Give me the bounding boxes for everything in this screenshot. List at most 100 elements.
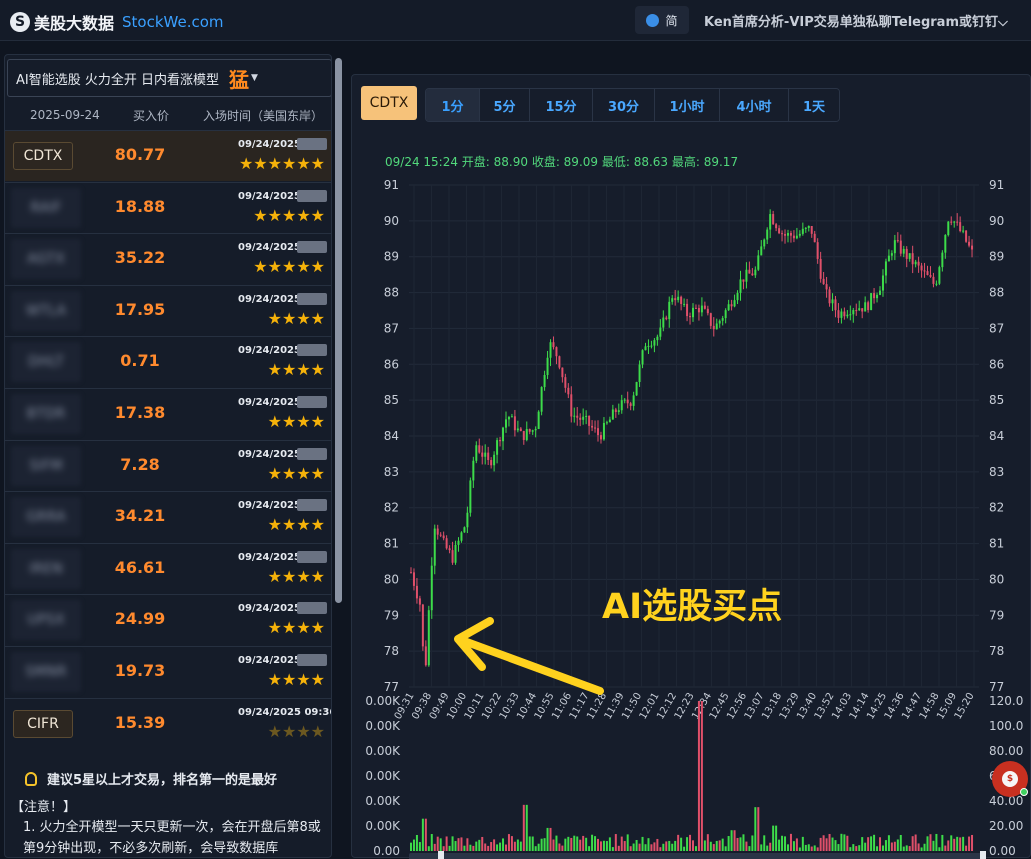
candlestick-chart[interactable]: 91 91 90 90 89 89 88 88 87 87 86 86 85 85 84 84 83 83 82 82… — [352, 173, 1031, 859]
volume-bar — [828, 833, 831, 851]
volume-bar — [445, 836, 448, 851]
stock-ticker-button[interactable]: CDTX — [13, 142, 73, 170]
stock-ticker-button[interactable]: AGTX — [11, 239, 81, 280]
candle — [534, 429, 537, 431]
stock-row[interactable]: SIFM 7.28 09/24/2025 ★★★★ — [5, 439, 331, 491]
stock-row[interactable]: DHLT 0.71 09/24/2025 ★★★★ — [5, 336, 331, 387]
candle — [504, 419, 507, 428]
price-label-right: 83 — [989, 465, 1004, 479]
candle — [626, 399, 629, 404]
stock-ticker-button[interactable]: RAIF — [11, 187, 81, 228]
chart-ticker-badge[interactable]: CDTX — [361, 86, 417, 120]
rating-stars: ★★★★ — [267, 360, 325, 380]
stock-ticker-button[interactable]: GRRA — [11, 497, 81, 538]
candle — [748, 269, 751, 274]
stock-ticker-button[interactable]: CIFR — [13, 709, 73, 738]
candle — [629, 403, 632, 406]
candle — [594, 427, 597, 429]
candle — [549, 342, 552, 358]
stock-row[interactable]: SMNR 19.73 09/24/2025 09: ★★★★ — [5, 646, 331, 697]
user-menu-label: Ken首席分析-VIP交易单独私聊Telegram或钉钉 — [704, 15, 999, 30]
time-redaction — [297, 292, 327, 305]
candle — [706, 308, 709, 314]
candle — [876, 294, 879, 299]
candle — [828, 289, 831, 304]
stock-row[interactable]: CDTX 80.77 09/24/2025 ★★★★★★ — [5, 130, 331, 181]
rating-stars: ★★★★ — [267, 463, 325, 483]
stock-row[interactable]: CIFR 15.39 09/24/2025 09:36 ★★★★ — [5, 697, 331, 749]
tab-1day[interactable]: 1天 — [789, 89, 839, 121]
stock-ticker-button[interactable]: SMNR — [11, 652, 81, 692]
model-select[interactable]: AI智能选股 火力全开 日内看涨模型 猛 ▼ — [7, 59, 331, 97]
volume-bar — [620, 836, 623, 851]
stock-ticker-button[interactable]: IREN — [11, 548, 81, 589]
stock-row[interactable]: UPSX 24.99 09/24/2025 0 ★★★★ — [5, 594, 331, 645]
candle — [745, 269, 748, 282]
tip-text: 建议5星以上才交易，排名第一的是最好 — [25, 769, 277, 788]
price-label-right: 89 — [989, 250, 1004, 264]
candle — [959, 222, 962, 232]
volume-bar — [905, 845, 908, 851]
stock-row[interactable]: AGTX 35.22 09/24/2025 ★★★★★ — [5, 233, 331, 284]
stock-row[interactable]: IREN 46.61 09/24/2025 ★★★★ — [5, 542, 331, 594]
entry-time: 09/24/2025 — [238, 345, 301, 357]
volume-bar — [629, 846, 632, 851]
price-label-right: 81 — [989, 537, 1004, 551]
site-logo[interactable]: S 美股大数据 StockWe.com — [10, 10, 224, 34]
tab-4hour[interactable]: 4小时 — [720, 89, 789, 121]
scrollbar-thumb[interactable] — [335, 58, 342, 603]
volume-bar — [971, 834, 974, 851]
volume-bar — [534, 846, 537, 851]
stock-row[interactable]: RAIF 18.88 09/24/2025 09: ★★★★★ — [5, 181, 331, 233]
volume-bar — [602, 840, 605, 851]
time-redaction — [297, 550, 327, 563]
volume-bar — [941, 834, 944, 851]
candle — [703, 305, 706, 309]
stock-ticker-button[interactable]: UPSX — [11, 600, 81, 641]
volume-bar — [617, 845, 620, 851]
tab-15min[interactable]: 15分 — [530, 89, 593, 121]
volume-bar — [442, 846, 445, 851]
tab-5min[interactable]: 5分 — [480, 89, 530, 121]
price-label-left: 86 — [384, 357, 399, 371]
volume-bar — [626, 834, 629, 851]
volume-bar — [635, 839, 638, 851]
candle — [807, 226, 810, 228]
user-menu[interactable]: Ken首席分析-VIP交易单独私聊Telegram或钉钉⌵ — [704, 11, 1008, 30]
stock-ticker-button[interactable]: SIFM — [11, 445, 81, 486]
volume-bar — [706, 834, 709, 851]
stock-ticker-button[interactable]: DHLT — [11, 342, 81, 383]
candle — [929, 275, 932, 277]
language-switch-button[interactable]: 简 — [635, 6, 689, 34]
price-label-right: 84 — [989, 429, 1004, 443]
stock-row[interactable]: BTDR 17.38 09/24/2025 ★★★★ — [5, 388, 331, 439]
candle — [822, 278, 825, 285]
buy-price: 80.77 — [114, 145, 166, 164]
candle — [478, 445, 481, 453]
stock-ticker-button[interactable]: BTDR — [11, 394, 81, 434]
stock-ticker-button[interactable]: WTLA — [11, 290, 81, 331]
stock-row[interactable]: GRRA 34.21 09/24/2025 09: ★★★★ — [5, 491, 331, 542]
candle — [561, 367, 564, 378]
volume-bar — [537, 843, 540, 851]
tab-1min[interactable]: 1分 — [426, 89, 480, 121]
tab-30min[interactable]: 30分 — [593, 89, 655, 121]
volume-bar — [757, 807, 760, 851]
candle — [567, 387, 570, 395]
volume-bar — [436, 836, 439, 851]
candle — [840, 311, 843, 318]
volume-bar — [700, 701, 703, 851]
note-item-1: 1. 火力全开模型一天只更新一次，会在开盘后第8或第9分钟出现，不必多次刷新，会… — [23, 820, 321, 856]
candle — [433, 528, 436, 566]
rating-stars: ★★★★ — [267, 412, 325, 431]
tab-1hour[interactable]: 1小时 — [655, 89, 720, 121]
chat-fab-button[interactable]: $ — [992, 761, 1028, 797]
stock-row[interactable]: WTLA 17.95 09/24/2025 ★★★★ — [5, 284, 331, 336]
volume-bar — [662, 843, 665, 851]
list-date: 2025-09-24 — [30, 108, 100, 122]
col-price-header: 买入价 — [133, 108, 170, 123]
volume-bar — [668, 840, 671, 851]
volume-bar — [766, 845, 769, 851]
volume-bar — [819, 837, 822, 851]
time-redaction — [297, 189, 327, 202]
